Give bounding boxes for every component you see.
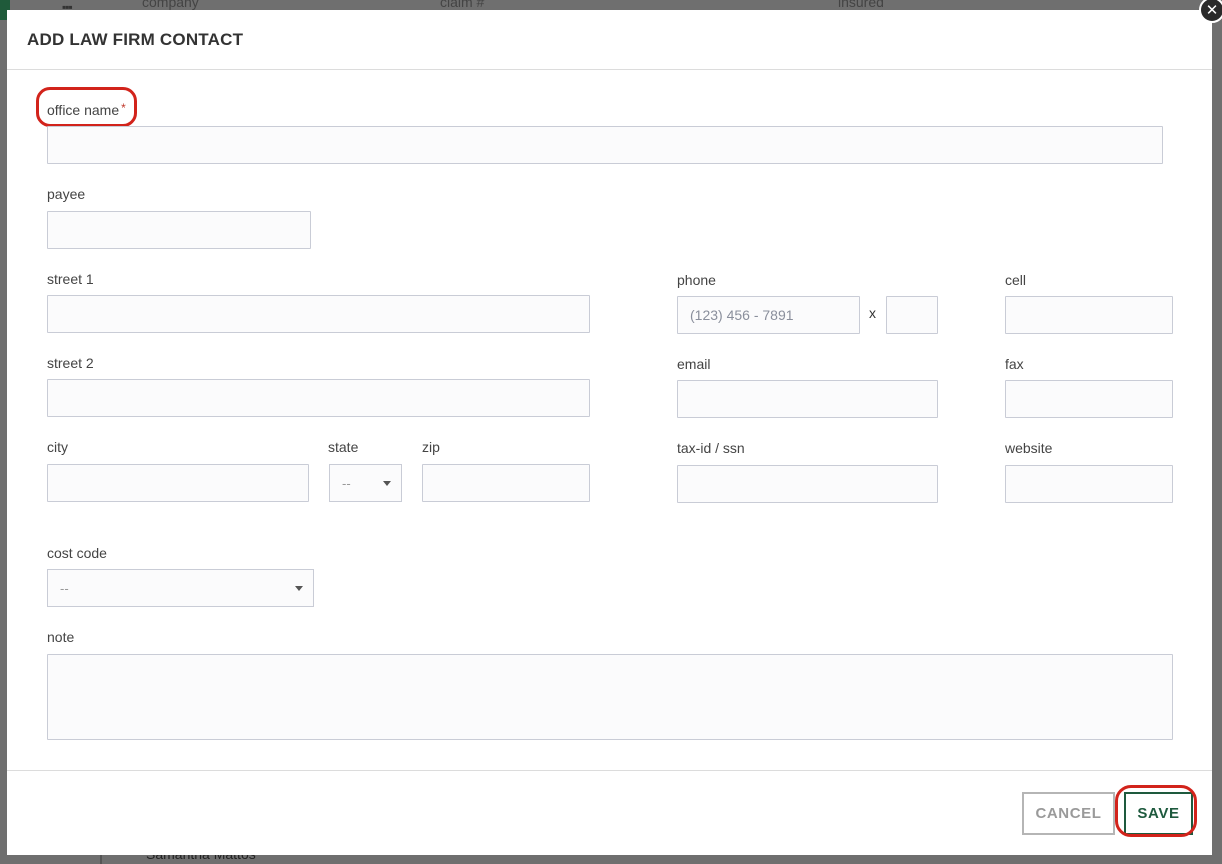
email-input[interactable]	[677, 380, 938, 418]
street1-label: street 1	[47, 271, 94, 287]
phone-extension-separator: x	[869, 305, 876, 321]
city-label: city	[47, 439, 68, 455]
payee-input[interactable]	[47, 211, 311, 249]
chevron-down-icon	[295, 586, 303, 591]
background-table-header: company claim # insured	[0, 0, 1222, 10]
chevron-down-icon	[383, 481, 391, 486]
zip-label: zip	[422, 439, 440, 455]
modal-header: ADD LAW FIRM CONTACT	[7, 10, 1212, 70]
cost-code-label: cost code	[47, 545, 107, 561]
cost-code-select-value: --	[60, 580, 69, 596]
state-select-value: --	[342, 475, 351, 491]
bg-col-insured: insured	[838, 0, 884, 10]
cost-code-select[interactable]: --	[47, 569, 314, 607]
phone-input[interactable]: (123) 456 - 7891	[677, 296, 860, 334]
modal-title: ADD LAW FIRM CONTACT	[27, 30, 244, 49]
fax-input[interactable]	[1005, 380, 1173, 418]
background-divider	[100, 855, 102, 864]
office-name-input[interactable]	[47, 126, 1163, 164]
tax-id-label: tax-id / ssn	[677, 440, 745, 456]
website-label: website	[1005, 440, 1053, 456]
cell-input[interactable]	[1005, 296, 1173, 334]
website-input[interactable]	[1005, 465, 1173, 503]
office-name-highlight	[36, 87, 137, 127]
cell-label: cell	[1005, 272, 1027, 288]
state-label: state	[328, 439, 359, 455]
fax-label: fax	[1005, 356, 1024, 372]
phone-label: phone	[677, 272, 716, 288]
phone-extension-input[interactable]	[886, 296, 938, 334]
cancel-button[interactable]: CANCEL	[1022, 792, 1115, 835]
street2-label: street 2	[47, 355, 94, 371]
city-input[interactable]	[47, 464, 309, 502]
add-law-firm-contact-modal: ADD LAW FIRM CONTACT office name * payee …	[7, 10, 1212, 855]
street1-input[interactable]	[47, 295, 590, 333]
state-select[interactable]: --	[329, 464, 402, 502]
note-label: note	[47, 629, 75, 645]
bg-col-claim: claim #	[440, 0, 485, 10]
street2-input[interactable]	[47, 379, 590, 417]
bg-col-company: company	[142, 0, 199, 10]
save-button-highlight	[1115, 785, 1197, 837]
email-label: email	[677, 356, 711, 372]
close-icon[interactable]: ✕	[1199, 0, 1222, 23]
note-textarea[interactable]	[47, 654, 1173, 740]
payee-label: payee	[47, 186, 86, 202]
zip-input[interactable]	[422, 464, 590, 502]
tax-id-input[interactable]	[677, 465, 938, 503]
